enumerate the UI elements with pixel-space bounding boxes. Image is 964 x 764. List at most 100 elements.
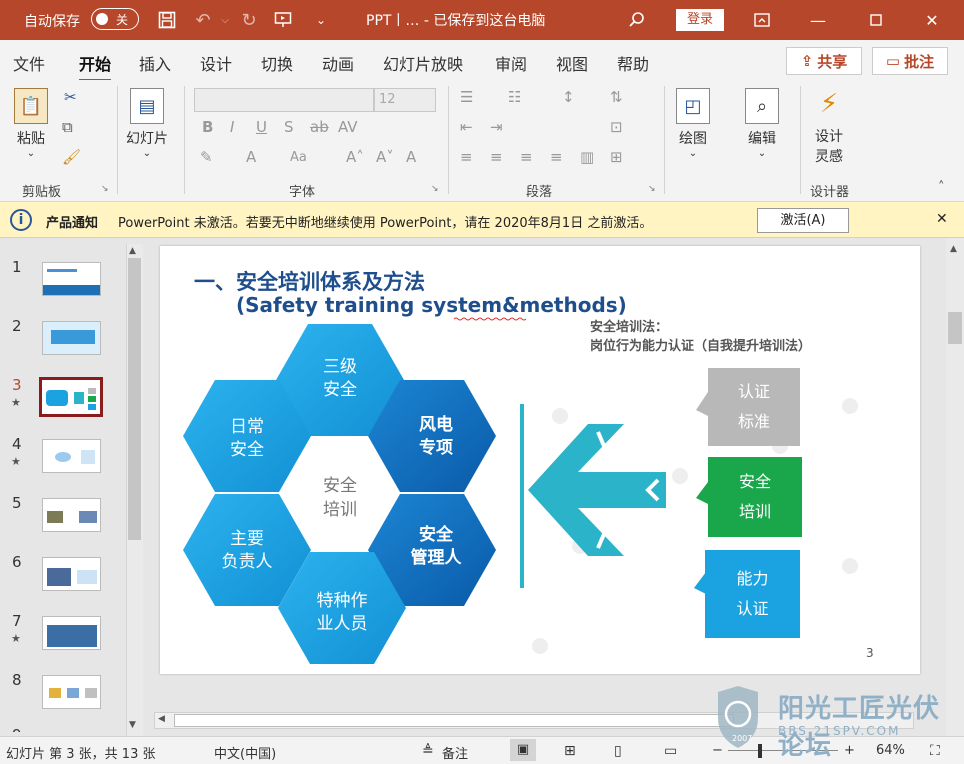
numbering-icon[interactable]: ☷ [508,88,521,106]
customize-toolbar-icon[interactable]: ⌄ [310,9,332,31]
tab-home[interactable]: 开始 [79,51,112,82]
scroll-left-icon[interactable]: ◀ [158,714,165,724]
tab-insert[interactable]: 插入 [139,51,171,75]
method-description[interactable]: 岗位行为能力认证（自我提升培训法） [590,335,811,354]
language-indicator[interactable]: 中文(中国) [214,743,276,762]
spacing-icon[interactable]: AV [338,118,358,136]
decrease-indent-icon[interactable]: ⇤ [460,118,473,136]
smartart-icon[interactable]: ⊞ [610,148,623,166]
ribbon-display-icon[interactable] [750,8,774,32]
justify-icon[interactable]: ≡ [550,148,563,166]
slide-subtitle[interactable]: (Safety training system&methods) [236,293,627,317]
thumbnail-slide-7[interactable] [42,616,101,650]
tab-file[interactable]: 文件 [13,51,45,75]
align-text-icon[interactable]: ⊡ [610,118,623,136]
autosave-toggle[interactable]: 关 [91,8,139,30]
notes-icon[interactable]: ≜ [422,743,434,759]
thumbnail-slide-3[interactable] [39,377,103,417]
method-label[interactable]: 安全培训法： [590,316,668,335]
tab-design[interactable]: 设计 [200,51,232,75]
search-icon[interactable] [626,9,648,31]
box-ability-cert[interactable]: 能力 认证 [705,550,800,638]
undo-dropdown-icon[interactable]: ⌵ [214,9,236,31]
tab-slideshow[interactable]: 幻灯片放映 [383,51,463,75]
new-slide-button[interactable]: ▤ 幻灯片 ⌄ [126,88,168,159]
clear-format-icon[interactable]: A [406,148,416,166]
grow-font-icon[interactable]: A˄ [346,148,364,166]
font-size-combo[interactable]: 12 [374,88,436,112]
align-center-icon[interactable]: ≡ [490,148,503,166]
slide-sorter-icon[interactable]: ⊞ [564,743,576,759]
change-case-icon[interactable]: Aa [290,150,307,165]
thumbnail-scroll-thumb[interactable] [128,258,141,540]
comments-button[interactable]: ▭ 批注 [872,47,948,75]
tab-help[interactable]: 帮助 [617,51,649,75]
present-icon[interactable] [272,9,294,31]
thumbnail-slide-1[interactable] [42,262,101,296]
slides-label: 幻灯片 [126,131,168,147]
redo-icon[interactable]: ↻ [238,9,260,31]
reading-view-icon[interactable]: ▯ [614,743,622,759]
share-button[interactable]: ⇪ 共享 [786,47,862,75]
design-ideas-label-2: 灵感 [815,149,843,165]
normal-view-icon[interactable]: ▣ [510,739,536,761]
bold-icon[interactable]: B [202,118,213,136]
highlight-icon[interactable]: ✎ [200,148,213,166]
slideshow-icon[interactable]: ▭ [664,743,677,759]
cut-icon[interactable]: ✂ [64,88,77,106]
shrink-font-icon[interactable]: A˅ [376,148,394,166]
strikethrough-icon[interactable]: ab [310,118,329,136]
design-ideas-button[interactable]: ⚡ 设计 灵感 [812,86,846,166]
format-painter-icon[interactable]: 🖌 [62,148,81,166]
line-spacing-icon[interactable]: ↕ [562,88,575,106]
dialog-launcher-icon[interactable]: ↘ [431,184,439,194]
thumbnail-slide-4[interactable] [42,439,101,473]
copy-icon[interactable]: ⧉ [62,118,73,136]
maximize-icon[interactable] [864,8,888,32]
vertical-scroll-thumb[interactable] [948,312,962,344]
minimize-icon[interactable]: — [806,8,830,32]
close-icon[interactable]: ✕ [936,211,948,227]
drawing-button[interactable]: ◰ 绘图 ⌄ [676,88,710,159]
increase-indent-icon[interactable]: ⇥ [490,118,503,136]
thumbnail-slide-5[interactable] [42,498,101,532]
forum-watermark: 阳光工匠光伏论坛 BBS.21SPV.COM 2007 [712,684,964,761]
notice-message: PowerPoint 未激活。若要无中断地继续使用 PowerPoint，请在 … [118,216,653,231]
save-icon[interactable] [156,9,178,31]
activate-button[interactable]: 激活(A) [757,208,849,233]
tab-animations[interactable]: 动画 [322,51,354,75]
text-direction-icon[interactable]: ⇅ [610,88,623,106]
slide-title[interactable]: 一、安全培训体系及方法 [194,266,425,296]
box-cert-standard[interactable]: 认证 标准 [708,368,800,446]
scroll-down-icon[interactable]: ▼ [129,720,136,730]
shadow-icon[interactable]: S [284,118,294,136]
scroll-up-icon[interactable]: ▲ [129,246,136,256]
align-right-icon[interactable]: ≡ [520,148,533,166]
thumbnail-slide-8[interactable] [42,675,101,709]
undo-icon[interactable]: ↶ [192,9,214,31]
font-family-combo[interactable] [194,88,374,112]
thumbnail-slide-2[interactable] [42,321,101,355]
notes-button[interactable]: 备注 [442,743,468,762]
login-button[interactable]: 登录 [676,9,724,31]
slide-canvas[interactable]: 一、安全培训体系及方法 (Safety training system&meth… [160,246,920,674]
thumbnail-slide-6[interactable] [42,557,101,591]
box-safety-training[interactable]: 安全 培训 [708,457,802,537]
paste-button[interactable]: 📋 粘贴 ⌄ [14,88,48,159]
bullets-icon[interactable]: ☰ [460,88,473,106]
tab-review[interactable]: 审阅 [495,51,527,75]
align-left-icon[interactable]: ≡ [460,148,473,166]
editing-button[interactable]: ⌕ 编辑 ⌄ [745,88,779,159]
tab-transitions[interactable]: 切换 [261,51,293,75]
collapse-ribbon-icon[interactable]: ˄ [938,180,945,195]
scroll-up-icon[interactable]: ▲ [950,244,957,254]
font-color-icon[interactable]: A [246,148,256,166]
horizontal-scroll-thumb[interactable] [174,714,734,727]
close-icon[interactable]: ✕ [920,8,944,32]
dialog-launcher-icon[interactable]: ↘ [648,184,656,194]
dialog-launcher-icon[interactable]: ↘ [101,184,109,194]
underline-icon[interactable]: U [256,118,267,136]
columns-icon[interactable]: ▥ [580,148,594,166]
italic-icon[interactable]: I [230,118,234,136]
tab-view[interactable]: 视图 [556,51,588,75]
